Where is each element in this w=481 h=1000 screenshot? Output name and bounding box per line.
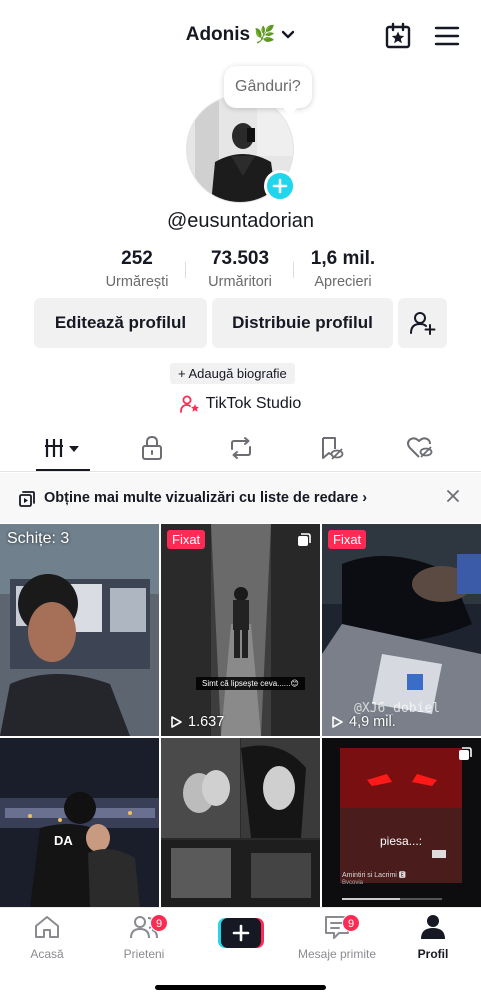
tab-videos[interactable] (44, 434, 82, 462)
stat-likes[interactable]: 1,6 mil. Aprecieri (295, 248, 391, 290)
lock-icon (142, 435, 162, 460)
account-username: Adonis (185, 24, 251, 45)
song-name: Amintiri si Lacrimi 🅴 (342, 872, 406, 879)
thought-bubble[interactable]: Gânduri? (224, 66, 312, 116)
video-thumbnail (0, 738, 159, 908)
tiktok-studio-link[interactable]: TikTok Studio (0, 395, 481, 413)
tab-reposts[interactable] (226, 434, 256, 462)
share-profile-button[interactable]: Distribuie profilul (212, 298, 393, 348)
tiktok-studio-label: TikTok Studio (205, 395, 302, 412)
video-tile[interactable]: Fixat @XJ6_dobiel 4,9 mil. (322, 524, 481, 736)
nav-inbox[interactable]: Mesaje primite 9 (290, 914, 384, 961)
stat-followers-label: Urmăritori (208, 274, 272, 290)
pinned-badge: Fixat (167, 530, 206, 549)
photo-tile[interactable] (161, 738, 320, 908)
heart-hidden-icon (407, 437, 433, 458)
friends-badge: 9 (150, 914, 168, 932)
inbox-badge: 9 (342, 914, 360, 932)
drafts-count: Schițe: 3 (7, 530, 70, 547)
view-count: 4,9 mil. (330, 714, 396, 730)
video-caption: Simt că lipsește ceva......😊 (196, 677, 305, 690)
nav-friends[interactable]: Prieteni 9 (104, 914, 184, 961)
video-tile[interactable]: DA (0, 738, 159, 908)
photo-tile[interactable]: piesa...: Amintiri si Lacrimi 🅴 Bvcovia (322, 738, 481, 908)
stat-likes-label: Aprecieri (314, 274, 372, 290)
top-bar: Adonis 🌿 (0, 18, 481, 54)
nav-profile[interactable]: Profil (393, 914, 473, 961)
profile-stats: 252 Urmărești 73.503 Urmăritori 1,6 mil.… (0, 248, 481, 294)
nav-friends-label: Prieteni (123, 947, 165, 961)
repost-icon (231, 437, 251, 459)
song-artist: Bvcovia (342, 880, 364, 886)
tab-favorites[interactable] (316, 434, 346, 462)
share-profile-label: Distribuie profilul (232, 313, 373, 332)
account-emoji: 🌿 (254, 25, 276, 44)
photo-thumbnail (161, 738, 320, 908)
plus-icon (218, 918, 264, 948)
playlist-promo-banner[interactable]: Obține mai multe vizualizări cu liste de… (0, 473, 481, 523)
video-grid: Schițe: 3 Fixat Simt că lipsește ceva...… (0, 524, 481, 908)
plus-icon (272, 178, 288, 194)
bookmark-hidden-icon (322, 437, 344, 460)
profile-icon (421, 915, 445, 939)
draft-thumbnail (0, 524, 159, 736)
create-button[interactable] (218, 918, 264, 948)
song-title: piesa...: (380, 834, 423, 848)
stat-likes-value: 1,6 mil. (310, 248, 376, 269)
play-icon (332, 716, 343, 728)
nav-home-label: Acasă (30, 947, 64, 961)
view-count-value: 1.637 (188, 714, 225, 730)
add-avatar-button[interactable] (264, 170, 296, 202)
edit-profile-label: Editează profilul (54, 313, 187, 332)
stat-following-value: 252 (121, 248, 153, 269)
home-indicator (155, 985, 326, 990)
calendar-star-icon[interactable] (384, 22, 412, 50)
pinned-badge: Fixat (328, 530, 367, 549)
multi-photo-icon (298, 533, 311, 546)
home-icon (35, 916, 59, 938)
view-count: 1.637 (169, 714, 224, 730)
stat-followers-value: 73.503 (210, 248, 270, 269)
add-friend-button[interactable] (398, 298, 447, 348)
drafts-tile[interactable]: Schițe: 3 (0, 524, 159, 736)
stat-following-label: Urmărești (105, 274, 169, 290)
active-tab-indicator (36, 469, 90, 471)
playlist-icon (19, 491, 35, 507)
profile-tabs (0, 428, 481, 472)
tab-private[interactable] (137, 434, 167, 462)
video-grid-icon (45, 439, 79, 457)
add-bio-button[interactable]: + Adaugă biografie (170, 363, 295, 384)
jersey-text: DA (54, 833, 73, 848)
tab-liked[interactable] (405, 434, 435, 462)
video-tile[interactable]: Fixat Simt că lipsește ceva......😊 1.637 (161, 524, 320, 736)
play-icon (171, 716, 182, 728)
multi-photo-icon (459, 747, 472, 760)
edit-profile-button[interactable]: Editează profilul (34, 298, 207, 348)
nav-inbox-label: Mesaje primite (297, 947, 377, 961)
stat-followers[interactable]: 73.503 Urmăritori (192, 248, 288, 290)
nav-profile-label: Profil (417, 947, 449, 961)
profile-handle: @eusuntadorian (166, 210, 315, 232)
stat-divider (185, 262, 186, 278)
studio-person-star-icon (179, 395, 199, 413)
close-icon[interactable] (445, 488, 461, 504)
hamburger-menu-icon[interactable] (434, 24, 460, 48)
playlist-promo-text: Obține mai multe vizualizări cu liste de… (44, 490, 368, 506)
stat-divider (293, 262, 294, 278)
chevron-down-icon (282, 30, 295, 39)
thought-placeholder: Gânduri? (235, 78, 301, 95)
video-thumbnail (161, 524, 320, 736)
nav-home[interactable]: Acasă (7, 914, 87, 961)
view-count-value: 4,9 mil. (349, 714, 396, 730)
stat-following[interactable]: 252 Urmărești (89, 248, 185, 290)
add-friend-icon (409, 312, 435, 335)
